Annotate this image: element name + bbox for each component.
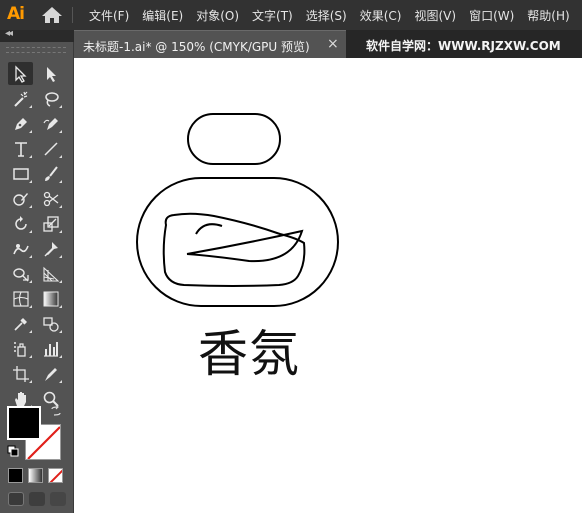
artwork-text[interactable]: 香氛 bbox=[198, 314, 300, 386]
perspective-grid-tool-icon[interactable] bbox=[38, 262, 63, 285]
mesh-tool-icon[interactable] bbox=[8, 287, 33, 310]
slice-tool-icon[interactable] bbox=[38, 362, 63, 385]
menu-select[interactable]: 选择(S) bbox=[306, 7, 347, 24]
bottle-hook-line bbox=[195, 223, 223, 235]
draw-inside-button[interactable] bbox=[50, 492, 66, 506]
curvature-tool-icon[interactable] bbox=[38, 112, 63, 135]
artboard-canvas[interactable]: 香氛 bbox=[74, 58, 582, 513]
blend-tool-icon[interactable] bbox=[38, 312, 63, 335]
eyedropper-tool-icon[interactable] bbox=[8, 312, 33, 335]
menu-file[interactable]: 文件(F) bbox=[89, 7, 129, 24]
document-tab-title: 未标题-1.ai* @ 150% (CMYK/GPU 预览) bbox=[83, 40, 310, 54]
direct-selection-tool-icon[interactable] bbox=[38, 62, 63, 85]
document-tab[interactable]: 未标题-1.ai* @ 150% (CMYK/GPU 预览) × bbox=[74, 30, 346, 58]
scissors-tool-icon[interactable] bbox=[38, 187, 63, 210]
none-mode-button[interactable] bbox=[48, 468, 63, 483]
lasso-tool-icon[interactable] bbox=[38, 87, 63, 110]
home-icon[interactable] bbox=[41, 6, 63, 24]
menu-help[interactable]: 帮助(H) bbox=[527, 7, 569, 24]
default-colors-icon[interactable] bbox=[7, 445, 19, 457]
menu-effect[interactable]: 效果(C) bbox=[360, 7, 402, 24]
collapse-icon[interactable]: ◂◂ bbox=[5, 28, 13, 39]
paintbrush-tool-icon[interactable] bbox=[38, 162, 63, 185]
app-logo: Ai bbox=[7, 4, 25, 24]
artboard-tool-icon[interactable] bbox=[8, 362, 33, 385]
magic-wand-tool-icon[interactable] bbox=[8, 87, 33, 110]
pen-tool-icon[interactable] bbox=[8, 112, 33, 135]
line-segment-tool-icon[interactable] bbox=[38, 137, 63, 160]
watermark-text: 软件自学网：WWW.RJZXW.COM bbox=[366, 39, 561, 53]
toolbar-header: ◂◂ bbox=[0, 28, 74, 42]
document-tab-bar: 未标题-1.ai* @ 150% (CMYK/GPU 预览) × 软件自学网：W… bbox=[74, 30, 582, 58]
bottle-inner-shape bbox=[162, 212, 306, 287]
menu-items: 文件(F) 编辑(E) 对象(O) 文字(T) 选择(S) 效果(C) 视图(V… bbox=[89, 0, 582, 30]
scale-tool-icon[interactable] bbox=[38, 212, 63, 235]
draw-behind-button[interactable] bbox=[29, 492, 45, 506]
gradient-tool-icon[interactable] bbox=[38, 287, 63, 310]
symbol-sprayer-tool-icon[interactable] bbox=[8, 337, 33, 360]
warp-tool-icon[interactable] bbox=[8, 237, 33, 260]
color-mode-button[interactable] bbox=[8, 468, 23, 483]
menu-edit[interactable]: 编辑(E) bbox=[142, 7, 183, 24]
selection-tool-icon[interactable] bbox=[8, 62, 33, 85]
draw-normal-button[interactable] bbox=[8, 492, 24, 506]
shaper-tool-icon[interactable] bbox=[8, 187, 33, 210]
tools-panel bbox=[0, 42, 74, 513]
bottle-swoosh-line bbox=[186, 229, 304, 263]
rotate-tool-icon[interactable] bbox=[8, 212, 33, 235]
fill-swatch[interactable] bbox=[7, 406, 41, 440]
puppet-warp-tool-icon[interactable] bbox=[38, 237, 63, 260]
menu-bar: Ai 文件(F) 编辑(E) 对象(O) 文字(T) 选择(S) 效果(C) 视… bbox=[0, 0, 582, 30]
menu-divider bbox=[72, 7, 73, 23]
shape-builder-tool-icon[interactable] bbox=[8, 262, 33, 285]
rectangle-tool-icon[interactable] bbox=[8, 162, 33, 185]
menu-object[interactable]: 对象(O) bbox=[196, 7, 239, 24]
menu-window[interactable]: 窗口(W) bbox=[469, 7, 514, 24]
bottle-cap bbox=[187, 113, 281, 165]
swap-fill-stroke-icon[interactable] bbox=[50, 405, 62, 417]
type-tool-icon[interactable] bbox=[8, 137, 33, 160]
perfume-bottle-artwork[interactable] bbox=[74, 58, 582, 513]
close-icon[interactable]: × bbox=[327, 36, 339, 52]
menu-type[interactable]: 文字(T) bbox=[252, 7, 293, 24]
panel-grip[interactable] bbox=[6, 47, 66, 53]
column-graph-tool-icon[interactable] bbox=[38, 337, 63, 360]
menu-view[interactable]: 视图(V) bbox=[414, 7, 456, 24]
gradient-mode-button[interactable] bbox=[28, 468, 43, 483]
